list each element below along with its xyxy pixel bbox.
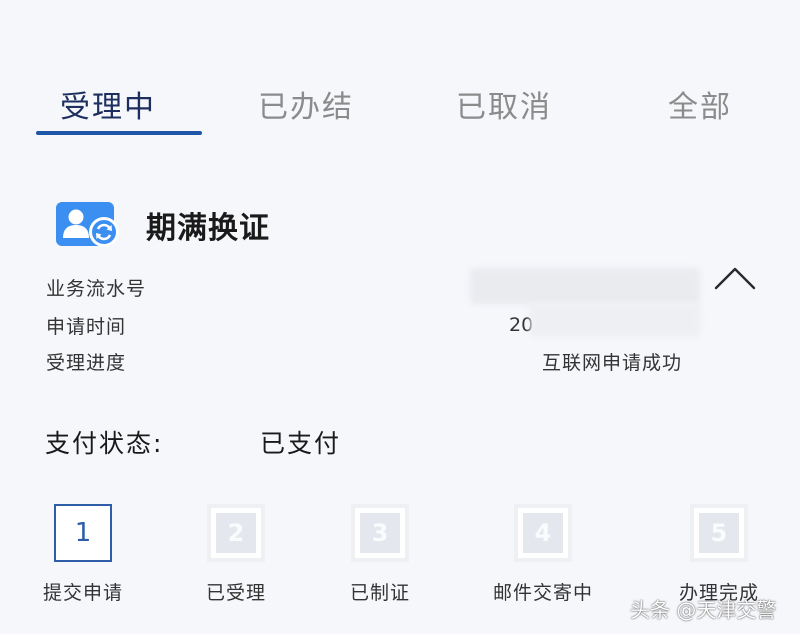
apply-time-label: 申请时间 [46,316,127,338]
status-tabs: 受理中 已办结 已取消 全部 [0,70,800,140]
active-tab-indicator [36,131,202,135]
step-number: 1 [74,518,92,548]
tab-cancelled[interactable]: 已取消 [456,82,552,126]
progress-value: 互联网申请成功 [542,352,683,374]
step-certified: 3 已制证 [310,504,450,614]
step-number-box: 4 [514,504,572,562]
step-label: 已受理 [205,582,266,604]
chevron-up-icon[interactable] [712,262,758,294]
tab-all[interactable]: 全部 [668,82,732,126]
step-number-box: 1 [54,504,112,562]
step-label: 已制证 [349,582,410,604]
step-number: 4 [523,513,563,553]
tab-completed[interactable]: 已办结 [258,82,354,126]
serial-number-label: 业务流水号 [46,278,147,300]
tab-processing[interactable]: 受理中 [60,82,156,126]
progress-label: 受理进度 [46,352,127,374]
step-mailing: 4 邮件交寄中 [473,504,613,614]
step-number: 5 [699,513,739,553]
service-title: 期满换证 [146,211,270,246]
step-number-box: 3 [351,504,409,562]
step-number-box: 2 [207,504,265,562]
step-number: 3 [360,513,400,553]
user-renew-icon [56,202,119,247]
step-submit: 1 提交申请 [13,504,153,614]
step-number: 2 [216,513,256,553]
step-label: 提交申请 [42,582,123,604]
payment-status-label: 支付状态: [45,429,164,458]
payment-status-value: 已支付 [260,429,342,458]
step-label: 邮件交寄中 [492,582,593,604]
redacted-apply-time [530,303,700,337]
order-detail-page: 受理中 已办结 已取消 全部 期满换证 业务流水号 申请时间 受理进度 20 互… [0,0,800,634]
step-accepted: 2 已受理 [166,504,306,614]
watermark-text: 头条 @天津交警 [630,598,777,622]
step-number-box: 5 [690,504,748,562]
redacted-serial-number [470,268,700,304]
